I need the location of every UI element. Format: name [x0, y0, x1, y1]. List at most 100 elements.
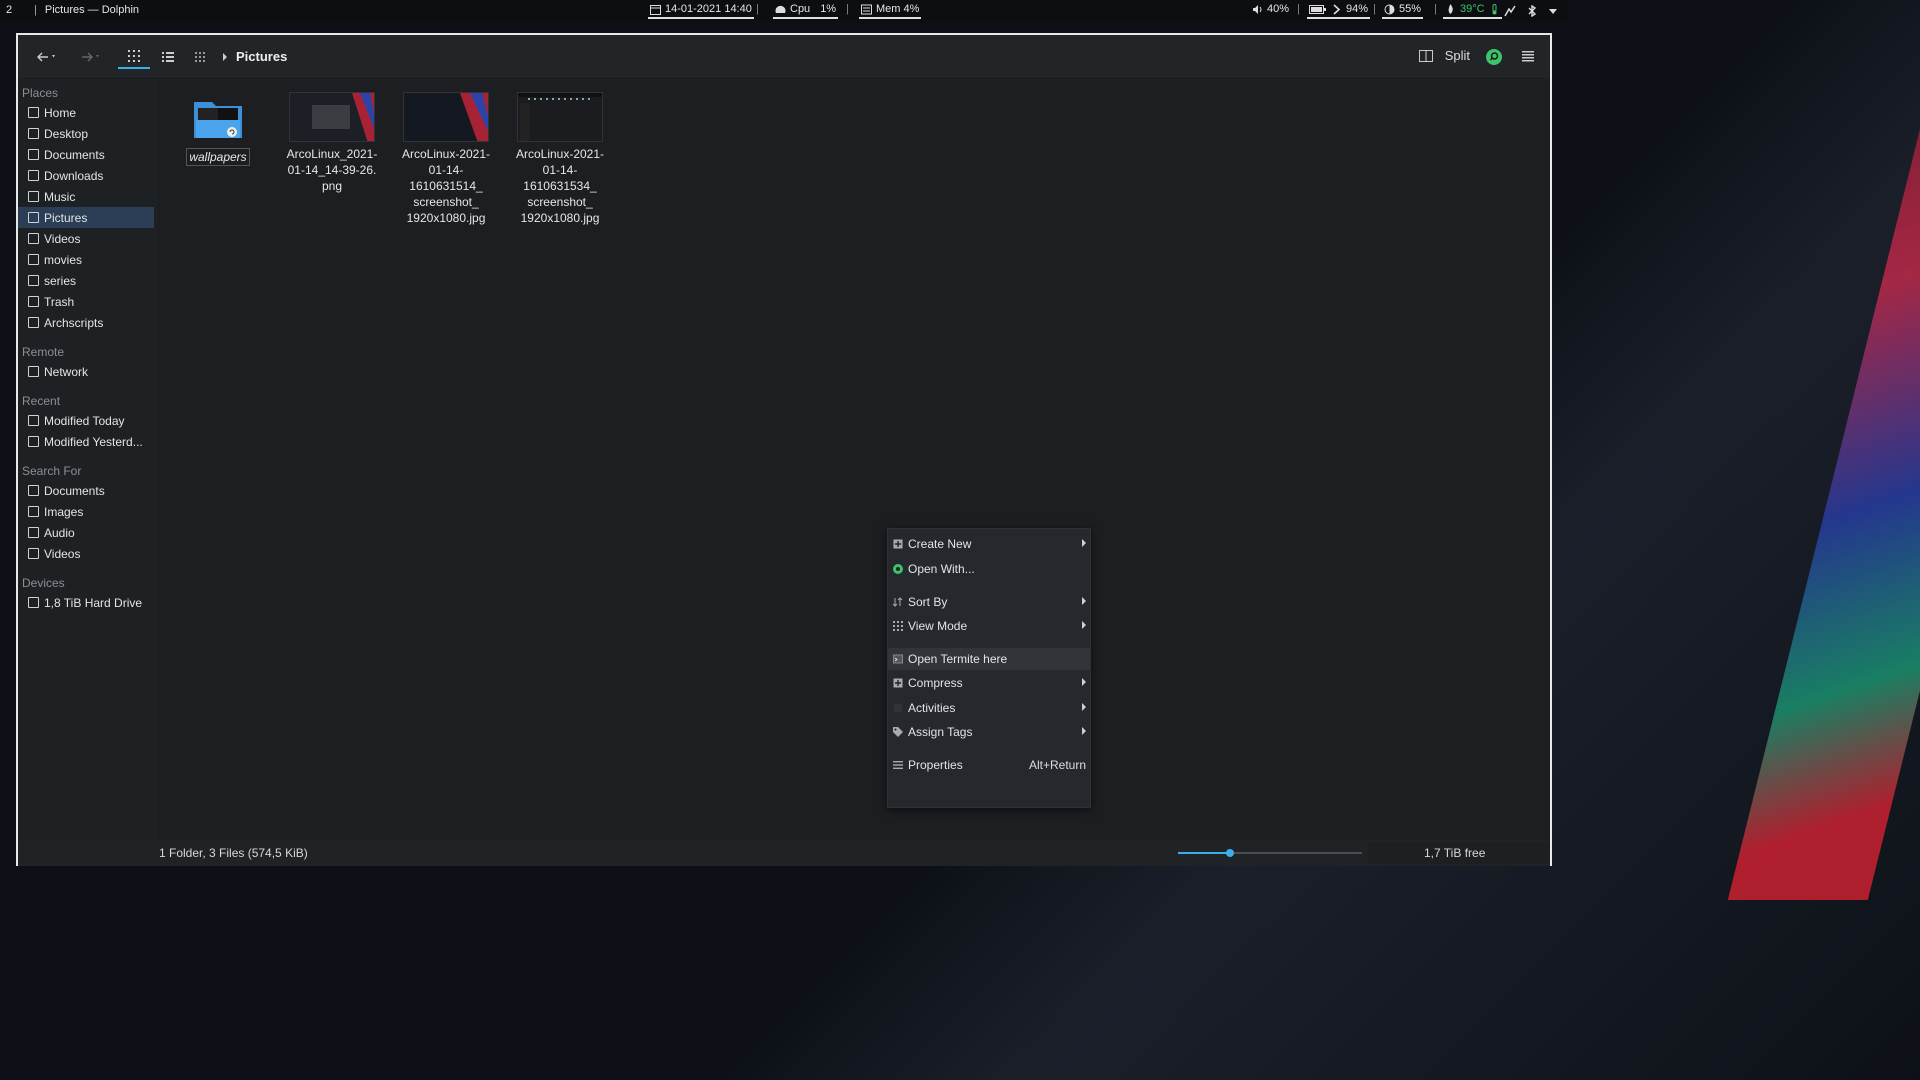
details-view-button[interactable] — [152, 45, 184, 69]
menu-item-create-new[interactable]: Create New — [888, 533, 1090, 555]
file-item-jpg-1[interactable]: ArcoLinux-2021- 01-14- 1610631514_ scree… — [394, 92, 498, 226]
folder-icon — [192, 96, 244, 140]
network-icon — [28, 366, 39, 377]
sidebar-item-trash[interactable]: Trash — [18, 291, 158, 312]
breadcrumb-pictures[interactable]: Pictures — [236, 49, 287, 64]
sidebar-item-home[interactable]: Home — [18, 102, 158, 123]
breadcrumb-chevron-icon — [223, 53, 227, 61]
desktop-icon — [28, 128, 39, 139]
image-thumbnail — [517, 92, 603, 142]
speaker-icon — [1253, 4, 1262, 14]
menu-item-open-terminal[interactable]: Open Termite here — [888, 648, 1090, 670]
free-space-bar: 1,7 TiB free — [1368, 842, 1550, 864]
compact-grid-icon — [195, 52, 205, 62]
file-item-wallpapers[interactable]: wallpapers — [166, 92, 270, 166]
date-text: 14-01-2021 14:40 — [665, 3, 752, 15]
folder-icon — [28, 254, 39, 265]
sidebar-item-images[interactable]: Images — [18, 501, 158, 522]
terminal-icon — [893, 654, 903, 664]
arrow-right-icon — [82, 52, 99, 62]
bluetooth-icon[interactable] — [1527, 5, 1537, 17]
sidebar-item-label: Modified Today — [44, 413, 125, 428]
menu-item-sort-by[interactable]: Sort By — [888, 591, 1090, 613]
zoom-slider[interactable] — [1178, 849, 1362, 857]
status-bar: 1 Folder, 3 Files (574,5 KiB) 1,7 TiB fr… — [18, 840, 1550, 866]
brightness-text: 55% — [1399, 3, 1422, 15]
menu-item-label: Open With... — [908, 562, 975, 576]
folder-icon — [28, 317, 39, 328]
calendar-icon — [650, 4, 661, 15]
temperature-text: 39°C — [1460, 3, 1485, 15]
zoom-slider-handle[interactable] — [1226, 849, 1234, 857]
menu-item-label: Create New — [908, 537, 972, 551]
activities-icon — [894, 704, 902, 712]
brightness-module[interactable]: 55% — [1382, 3, 1424, 19]
menu-item-label: Compress — [908, 676, 963, 690]
sidebar-item-videos[interactable]: Videos — [18, 228, 158, 249]
menu-item-label: Assign Tags — [908, 725, 973, 739]
workspace-indicator[interactable]: 2 — [6, 4, 12, 16]
sidebar-item-downloads[interactable]: Downloads — [18, 165, 158, 186]
sidebar-item-archscripts[interactable]: Archscripts — [18, 312, 158, 333]
file-name-line-5: 1920x1080.jpg — [520, 211, 600, 225]
home-icon — [28, 107, 39, 118]
sidebar-item-modified-today[interactable]: Modified Today — [18, 410, 158, 431]
menu-item-properties[interactable]: Properties Alt+Return — [888, 754, 1090, 776]
sidebar-item-series[interactable]: series — [18, 270, 158, 291]
menu-item-label: Properties — [908, 758, 963, 772]
sidebar-item-label: Network — [44, 364, 89, 379]
icons-view-button[interactable] — [118, 45, 150, 69]
menu-item-shortcut: Alt+Return — [1028, 758, 1086, 772]
thermometer-icon — [1492, 3, 1497, 14]
sidebar-item-label: movies — [44, 252, 83, 267]
tray-expand-icon[interactable] — [1548, 6, 1558, 16]
sidebar-item-movies[interactable]: movies — [18, 249, 158, 270]
file-item-jpg-2[interactable]: ArcoLinux-2021- 01-14- 1610631534_ scree… — [508, 92, 612, 226]
hamburger-menu-icon[interactable] — [1522, 51, 1534, 62]
file-name: wallpapers — [186, 148, 250, 166]
sidebar-item-documents[interactable]: Documents — [18, 144, 158, 165]
forward-button[interactable] — [76, 45, 106, 69]
menu-item-compress[interactable]: Compress — [888, 672, 1090, 694]
file-name-line-4: screenshot_ — [413, 195, 479, 209]
volume-module[interactable]: 40% — [1252, 3, 1289, 15]
sidebar-item-modified-yesterd[interactable]: Modified Yesterd... — [18, 431, 158, 452]
image-thumbnail — [403, 92, 489, 142]
file-view[interactable]: wallpapers ArcoLinux_2021- 01-14_14-39-2… — [158, 80, 1550, 840]
folder-icon — [28, 275, 39, 286]
grid-icon — [893, 621, 903, 631]
file-name-line-1: ArcoLinux-2021- — [515, 147, 605, 161]
menu-item-open-with[interactable]: Open With... — [888, 558, 1090, 580]
split-button[interactable]: Split — [1418, 48, 1470, 63]
menu-item-assign-tags[interactable]: Assign Tags — [888, 721, 1090, 743]
file-item-png[interactable]: ArcoLinux_2021- 01-14_14-39-26. png — [280, 92, 384, 194]
context-menu: Create New Open With... Sort By View Mod… — [887, 528, 1091, 808]
document-icon — [28, 149, 39, 160]
sidebar-item-music[interactable]: Music — [18, 186, 158, 207]
top-panel: 2 Pictures — Dolphin 14-01-2021 14:40 | … — [0, 0, 1568, 22]
sidebar-item-desktop[interactable]: Desktop — [18, 123, 158, 144]
menu-item-activities[interactable]: Activities — [888, 697, 1090, 719]
sidebar-item-documents[interactable]: Documents — [18, 480, 158, 501]
sidebar-item-1-8-tib-hard-drive[interactable]: 1,8 TiB Hard Drive — [18, 592, 158, 613]
sidebar-item-audio[interactable]: Audio — [18, 522, 158, 543]
sidebar-item-videos[interactable]: Videos — [18, 543, 158, 564]
back-button[interactable] — [32, 45, 62, 69]
split-view-icon — [1418, 49, 1433, 62]
sidebar-item-label: Documents — [44, 147, 105, 162]
sidebar-item-pictures[interactable]: Pictures — [18, 207, 154, 228]
calendar-icon — [28, 415, 39, 426]
compact-view-button[interactable] — [184, 45, 216, 69]
grid-icon — [128, 50, 140, 62]
sidebar-item-network[interactable]: Network — [18, 361, 158, 382]
flame-icon — [1448, 3, 1453, 14]
zoom-slider-fill — [1178, 852, 1230, 854]
network-activity-icon[interactable] — [1504, 5, 1516, 17]
search-icon[interactable] — [1486, 49, 1502, 65]
places-panel: Places Home Desktop Documents Downloads Musi… — [18, 80, 158, 840]
menu-item-view-mode[interactable]: View Mode — [888, 615, 1090, 637]
memory-text: Mem 4% — [876, 3, 920, 15]
recent-section-title: Recent — [22, 394, 61, 408]
sidebar-item-label: Images — [44, 504, 84, 519]
status-summary: 1 Folder, 3 Files (574,5 KiB) — [159, 846, 308, 860]
